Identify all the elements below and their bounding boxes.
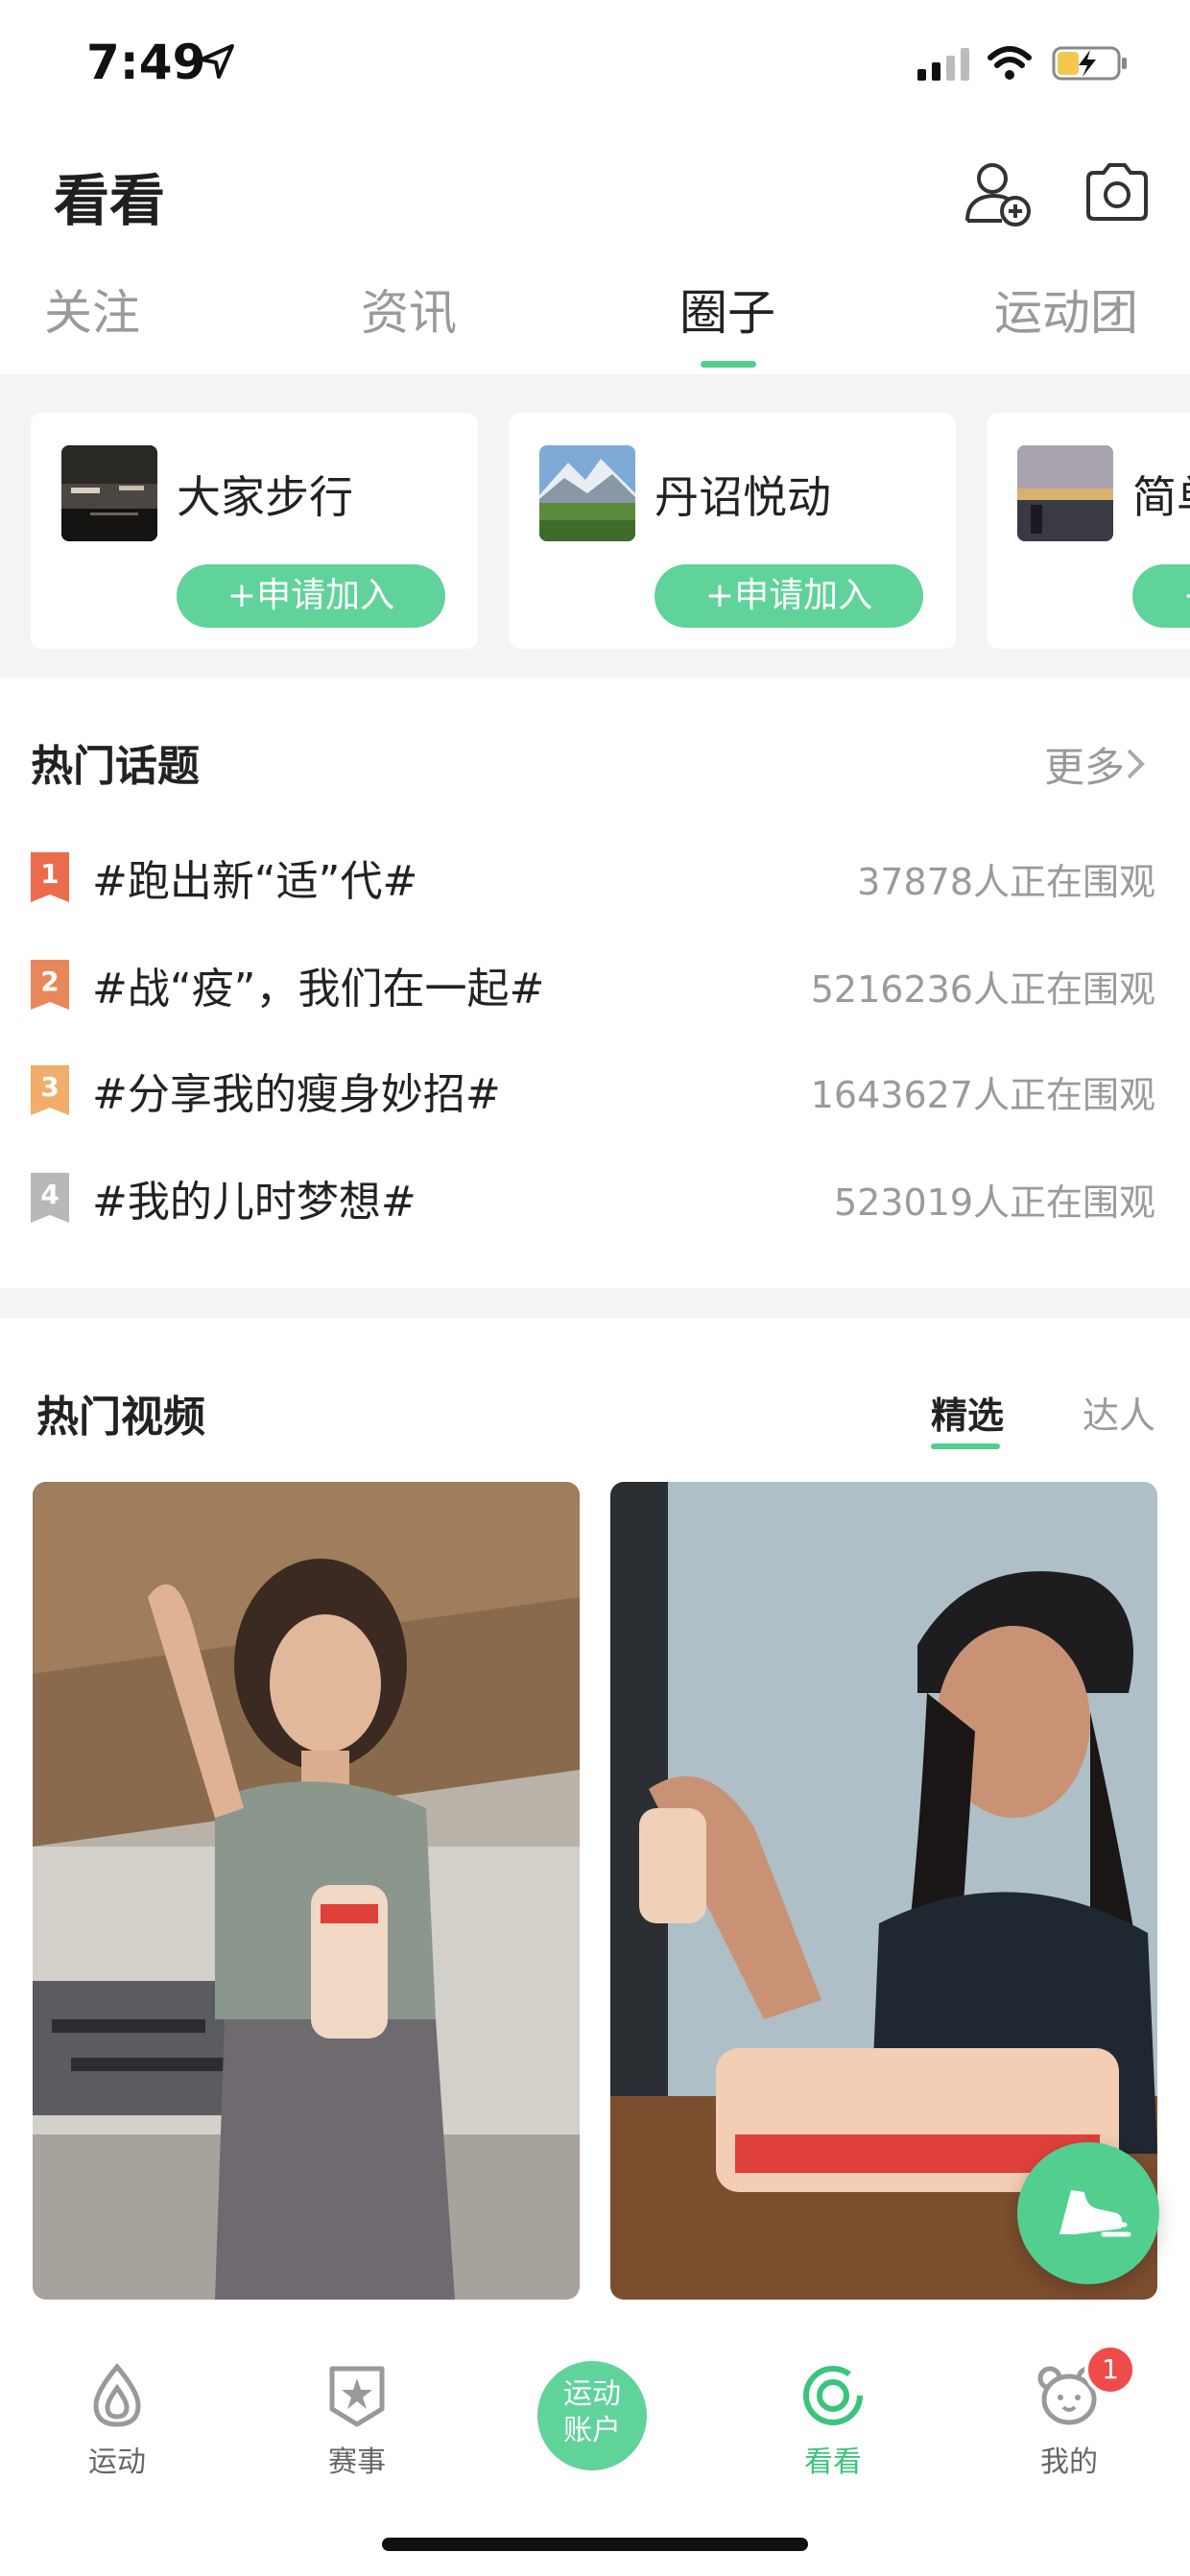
ring-icon — [803, 2366, 863, 2425]
rank-badge-icon: 3 — [31, 1065, 69, 1115]
center-button-line2: 账户 — [563, 2414, 621, 2447]
rank-number: 2 — [40, 966, 60, 997]
notification-badge: 1 — [1084, 2344, 1136, 2396]
rank-number: 3 — [40, 1071, 60, 1103]
drop-icon — [93, 2363, 141, 2427]
tab-featured[interactable]: 精选 — [931, 1386, 1004, 1439]
topic-title: #分享我的瘦身妙招# — [92, 1070, 501, 1119]
tabbar-discover[interactable]: 看看 — [756, 2361, 910, 2486]
add-friend-icon[interactable] — [964, 157, 1033, 227]
chevron-right-icon[interactable] — [1125, 747, 1148, 781]
active-tab-indicator — [701, 361, 756, 368]
tabbar-label: 我的 — [1040, 2445, 1098, 2479]
video-tab-indicator — [931, 1443, 1000, 1449]
video-card[interactable] — [33, 1482, 580, 2300]
rank-badge-icon: 2 — [31, 960, 69, 1010]
tab-sports-groups[interactable]: 运动团 — [994, 274, 1138, 344]
join-circle-button[interactable]: +申请加入 — [1132, 564, 1190, 628]
tabbar-sport[interactable]: 运动 — [40, 2361, 194, 2486]
tabbar-events[interactable]: 赛事 — [280, 2361, 434, 2486]
video-thumbnail — [33, 1482, 580, 2300]
tabbar-label: 运动 — [88, 2445, 146, 2479]
status-time: 7:49 — [86, 35, 206, 90]
tab-experts[interactable]: 达人 — [1083, 1386, 1155, 1439]
circle-name: 大家步行 — [177, 471, 353, 523]
tabbar-label: 赛事 — [328, 2445, 386, 2479]
hot-videos-section: 热门视频 精选 达人 — [0, 1319, 1190, 2323]
center-button-line1: 运动 — [563, 2377, 621, 2411]
rank-number: 1 — [40, 858, 60, 890]
status-bar: 7:49 — [0, 0, 1190, 134]
cellular-signal-icon — [917, 48, 969, 81]
topic-row[interactable]: 4 #我的儿时梦想# 523019人正在围观 — [0, 1159, 1190, 1236]
start-run-button[interactable] — [1017, 2142, 1159, 2284]
home-indicator[interactable] — [382, 2538, 808, 2551]
circles-carousel[interactable]: 大家步行 +申请加入 丹诏悦动 +申请加入 简单 +申请 — [0, 374, 1190, 678]
more-topics-link[interactable]: 更多 — [1044, 735, 1125, 794]
tab-circles[interactable]: 圈子 — [679, 274, 775, 344]
wifi-icon — [988, 46, 1032, 80]
camera-icon[interactable] — [1083, 157, 1152, 227]
hot-topics-title: 热门话题 — [31, 742, 200, 791]
circle-thumbnail — [1017, 445, 1113, 541]
topic-viewer-count: 1643627人正在围观 — [810, 1074, 1155, 1116]
battery-icon — [1052, 46, 1127, 81]
running-shoe-icon — [1059, 2190, 1131, 2237]
circle-card[interactable]: 大家步行 +申请加入 — [31, 413, 478, 649]
hot-videos-title: 热门视频 — [36, 1393, 205, 1442]
topic-title: #我的儿时梦想# — [92, 1178, 416, 1227]
header: 看看 关注 资讯 圈子 运动团 — [0, 134, 1190, 374]
circle-name: 丹诏悦动 — [654, 471, 831, 523]
circle-name: 简单 — [1132, 471, 1190, 523]
sports-account-button[interactable]: 运动 账户 — [537, 2361, 647, 2470]
circle-thumbnail — [61, 445, 157, 541]
rank-badge-icon: 1 — [31, 852, 69, 902]
header-tabs: 关注 资讯 圈子 运动团 — [0, 274, 1190, 367]
star-shield-icon — [329, 2366, 385, 2427]
join-circle-button[interactable]: +申请加入 — [177, 564, 445, 628]
circle-card[interactable]: 丹诏悦动 +申请加入 — [509, 413, 956, 649]
topic-row[interactable]: 1 #跑出新“适”代# 37878人正在围观 — [0, 839, 1190, 916]
page-title: 看看 — [54, 168, 166, 233]
hot-topics-section: 热门话题 更多 1 #跑出新“适”代# 37878人正在围观 2 #战“疫”，我… — [0, 678, 1190, 1288]
tabbar-label: 看看 — [804, 2445, 862, 2479]
join-circle-button[interactable]: +申请加入 — [654, 564, 923, 628]
topic-viewer-count: 37878人正在围观 — [857, 861, 1155, 903]
tab-news[interactable]: 资讯 — [361, 274, 457, 344]
topic-viewer-count: 523019人正在围观 — [833, 1181, 1155, 1224]
topic-title: #跑出新“适”代# — [92, 857, 418, 906]
topic-title: #战“疫”，我们在一起# — [92, 965, 545, 1014]
circle-thumbnail — [539, 445, 635, 541]
rank-number: 4 — [40, 1179, 60, 1210]
topic-row[interactable]: 2 #战“疫”，我们在一起# 5216236人正在围观 — [0, 946, 1190, 1023]
location-arrow-icon — [200, 44, 234, 79]
circle-card[interactable]: 简单 +申请加入 — [987, 413, 1190, 649]
topic-viewer-count: 5216236人正在围观 — [810, 968, 1155, 1011]
topic-row[interactable]: 3 #分享我的瘦身妙招# 1643627人正在围观 — [0, 1052, 1190, 1129]
tab-follow[interactable]: 关注 — [44, 274, 140, 344]
rank-badge-icon: 4 — [31, 1173, 69, 1223]
